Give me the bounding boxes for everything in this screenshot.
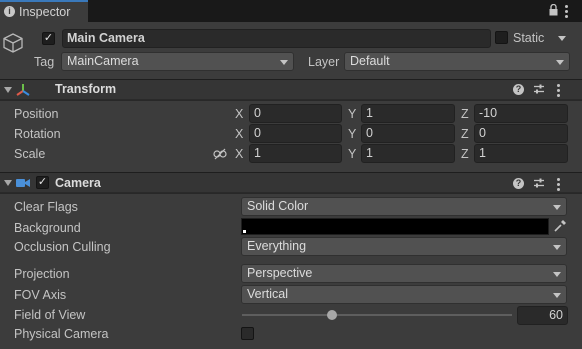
layer-value: Default xyxy=(350,54,390,68)
active-checkbox[interactable]: ✓ xyxy=(42,32,55,45)
projection-value: Perspective xyxy=(247,266,313,280)
background-label: Background xyxy=(14,221,81,235)
rotation-label: Rotation xyxy=(14,127,61,141)
axis-x-label: X xyxy=(235,147,244,161)
fov-axis-value: Vertical xyxy=(247,287,288,301)
cube-icon xyxy=(3,33,23,53)
tag-label: Tag xyxy=(34,55,55,69)
fov-axis-dropdown[interactable]: Vertical xyxy=(241,285,567,304)
tab-menu-icon[interactable] xyxy=(565,5,569,18)
eyedropper-icon[interactable] xyxy=(553,219,567,233)
info-icon: i xyxy=(4,6,15,17)
clear-flags-label: Clear Flags xyxy=(14,200,78,214)
fov-value-field[interactable]: 60 xyxy=(517,306,568,325)
position-y-field[interactable]: 1 xyxy=(361,104,455,123)
clear-flags-dropdown[interactable]: Solid Color xyxy=(241,197,567,216)
scale-label: Scale xyxy=(14,147,46,161)
occlusion-culling-dropdown[interactable]: Everything xyxy=(241,237,567,256)
position-label: Position xyxy=(14,107,59,121)
transform-foldout-icon[interactable] xyxy=(4,87,12,93)
unlink-icon[interactable] xyxy=(213,148,227,160)
axis-z-label: Z xyxy=(461,107,469,121)
position-x-field[interactable]: 0 xyxy=(249,104,342,123)
transform-title: Transform xyxy=(55,82,117,96)
axis-x-label: X xyxy=(235,127,244,141)
projection-label: Projection xyxy=(14,267,70,281)
layer-label: Layer xyxy=(308,55,340,69)
camera-enabled-checkbox[interactable]: ✓ xyxy=(36,176,49,189)
scale-x-field[interactable]: 1 xyxy=(249,144,342,163)
occlusion-culling-value: Everything xyxy=(247,239,307,253)
rotation-y-field[interactable]: 0 xyxy=(361,124,455,143)
chevron-down-icon xyxy=(553,245,561,250)
presets-icon[interactable] xyxy=(533,83,545,95)
camera-title: Camera xyxy=(55,176,101,190)
fov-slider-knob[interactable] xyxy=(326,310,337,320)
clear-flags-value: Solid Color xyxy=(247,199,309,213)
chevron-down-icon xyxy=(556,60,564,65)
transform-menu-icon[interactable] xyxy=(557,84,561,97)
background-color-field[interactable] xyxy=(241,218,549,235)
rotation-x-field[interactable]: 0 xyxy=(249,124,342,143)
tag-dropdown[interactable]: MainCamera xyxy=(61,52,294,71)
lock-icon[interactable] xyxy=(549,4,558,16)
fov-slider-track[interactable] xyxy=(242,314,512,316)
axis-z-label: Z xyxy=(461,147,469,161)
axis-y-label: Y xyxy=(348,147,357,161)
help-icon[interactable]: ? xyxy=(513,178,524,189)
transform-icon xyxy=(16,84,30,96)
presets-icon[interactable] xyxy=(533,177,545,189)
axis-z-label: Z xyxy=(461,127,469,141)
scale-z-field[interactable]: 1 xyxy=(474,144,568,163)
camera-foldout-icon[interactable] xyxy=(4,180,12,186)
static-dropdown-arrow-icon[interactable] xyxy=(558,36,566,41)
physical-camera-checkbox[interactable] xyxy=(241,327,254,340)
tag-value: MainCamera xyxy=(67,54,139,68)
alpha-bar xyxy=(243,230,246,233)
axis-y-label: Y xyxy=(348,127,357,141)
tab-inspector[interactable]: i Inspector xyxy=(0,0,88,22)
camera-menu-icon[interactable] xyxy=(557,178,561,191)
scale-y-field[interactable]: 1 xyxy=(361,144,455,163)
projection-dropdown[interactable]: Perspective xyxy=(241,264,567,283)
name-field[interactable]: Main Camera xyxy=(62,29,491,48)
static-checkbox[interactable] xyxy=(495,31,508,44)
help-icon[interactable]: ? xyxy=(513,84,524,95)
axis-y-label: Y xyxy=(348,107,357,121)
field-of-view-label: Field of View xyxy=(14,308,86,322)
layer-dropdown[interactable]: Default xyxy=(344,52,570,71)
camera-icon xyxy=(16,179,30,187)
physical-camera-label: Physical Camera xyxy=(14,327,109,341)
position-z-field[interactable]: -10 xyxy=(474,104,568,123)
rotation-z-field[interactable]: 0 xyxy=(474,124,568,143)
chevron-down-icon xyxy=(553,205,561,210)
axis-x-label: X xyxy=(235,107,244,121)
chevron-down-icon xyxy=(553,272,561,277)
static-label: Static xyxy=(513,31,545,45)
occlusion-culling-label: Occlusion Culling xyxy=(14,240,111,254)
tab-inspector-label: Inspector xyxy=(19,5,71,19)
fov-axis-label: FOV Axis xyxy=(14,288,67,302)
chevron-down-icon xyxy=(280,60,288,65)
chevron-down-icon xyxy=(553,293,561,298)
